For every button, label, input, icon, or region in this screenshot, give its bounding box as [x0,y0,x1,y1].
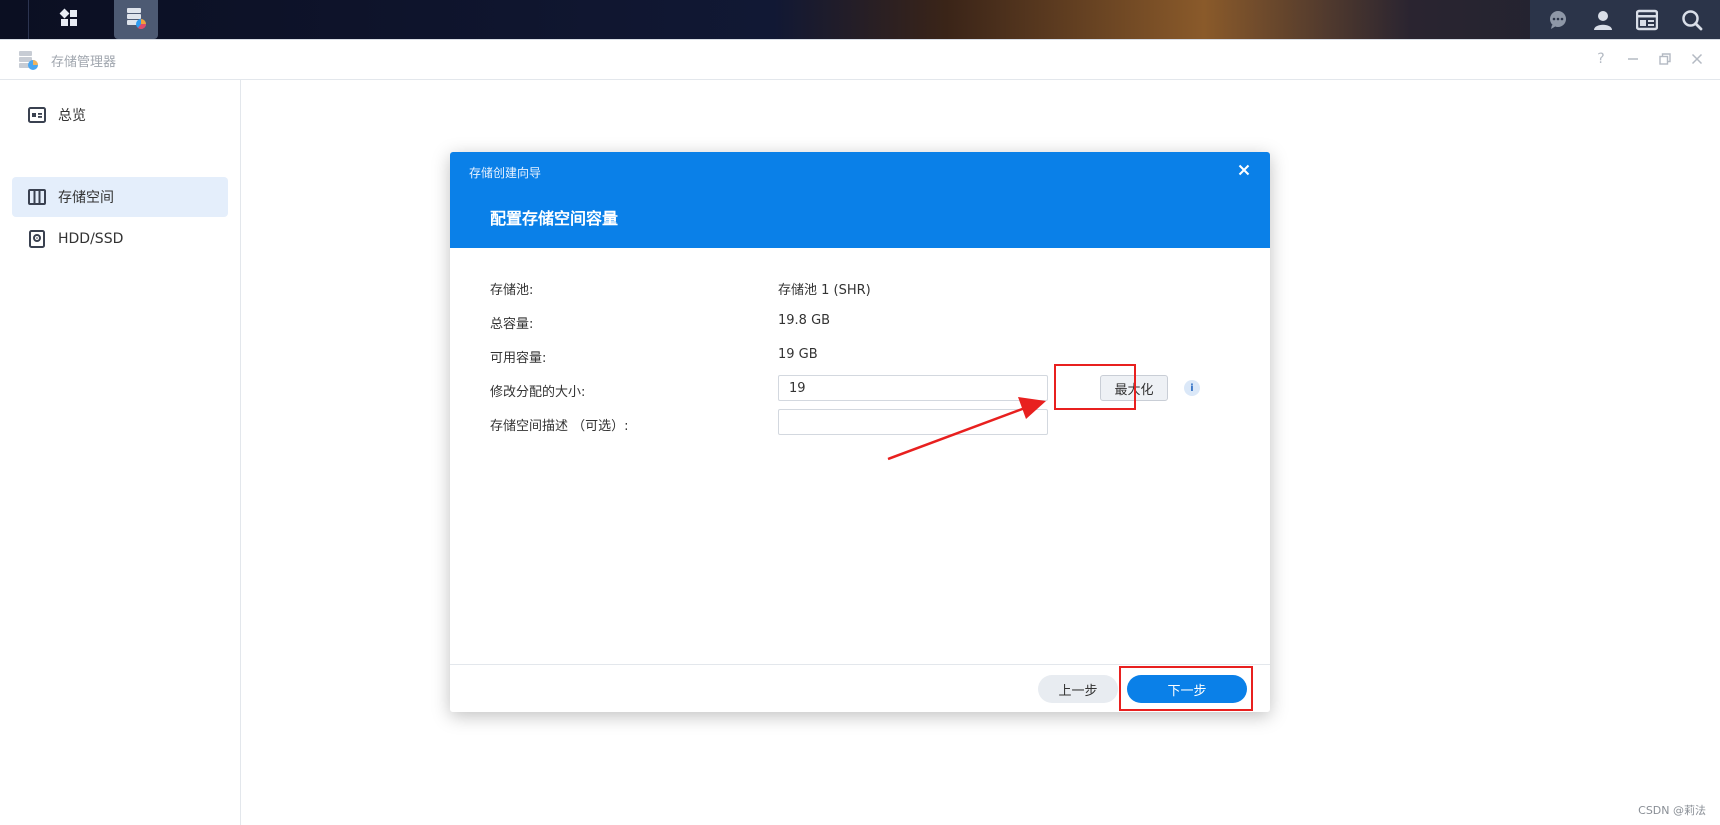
sidebar-item-label: HDD/SSD [58,231,124,247]
allocated-size-label: 修改分配的大小: [490,385,586,400]
main-menu-icon [59,8,79,32]
total-capacity-label: 总容量: [490,317,534,332]
annotation-highlight-maximize [1054,364,1136,410]
sidebar-item-hdd-ssd[interactable]: HDD/SSD [12,219,228,259]
search-icon[interactable] [1681,9,1703,31]
annotation-highlight-next [1119,666,1253,711]
window-titlebar: 存储管理器 ? [0,40,1720,80]
watermark: CSDN @莉法 [1638,804,1706,817]
minimize-icon[interactable] [1624,49,1642,69]
taskbar-tray [1530,0,1720,39]
help-icon[interactable]: ? [1592,49,1610,69]
system-taskbar [0,0,1720,39]
total-capacity-value: 19.8 GB [778,313,831,328]
main-menu-button[interactable] [47,0,91,39]
window-controls: ? [1592,49,1706,69]
dialog-header: 存储创建向导 配置存储空间容量 [450,152,1270,248]
volume-description-input[interactable] [778,409,1048,435]
storage-manager-app-icon [124,5,148,35]
close-icon [1238,164,1250,180]
dialog-window-title: 存储创建向导 [469,166,542,180]
dialog-step-title: 配置存储空间容量 [490,209,619,228]
storage-manager-taskbar-button[interactable] [114,0,158,39]
form-row-storage-pool: 存储池: 存储池 1 (SHR) [490,272,1230,302]
storage-pool-label: 存储池: [490,283,534,298]
dialog-close-button[interactable] [1234,162,1254,182]
volume-icon [27,187,47,207]
info-icon[interactable]: i [1184,380,1200,396]
available-capacity-label: 可用容量: [490,351,547,366]
form-row-total-capacity: 总容量: 19.8 GB [490,306,1230,336]
sidebar-item-label: 总览 [58,108,86,124]
sidebar-item-overview[interactable]: 总览 [12,95,228,135]
storage-manager-app-icon [18,49,40,71]
storage-creation-wizard-dialog: 存储创建向导 配置存储空间容量 存储池: 存储池 1 (SHR) 总容量: 19… [450,152,1270,712]
user-icon[interactable] [1592,9,1614,31]
overview-icon [27,105,47,125]
volume-description-label: 存储空间描述 （可选）: [490,419,629,434]
storage-pool-value: 存储池 1 (SHR) [778,283,871,298]
disk-icon [27,229,47,249]
window-title: 存储管理器 [51,55,117,70]
sidebar-item-volume[interactable]: 存储空间 [12,177,228,217]
restore-icon[interactable] [1656,49,1674,69]
sidebar: 总览 存储空间 HDD/SSD [0,80,241,825]
close-icon[interactable] [1688,49,1706,69]
widgets-icon[interactable] [1636,9,1659,31]
previous-step-button[interactable]: 上一步 [1038,675,1118,703]
available-capacity-value: 19 GB [778,347,818,362]
sidebar-item-label: 存储空间 [58,190,114,206]
taskbar-divider [28,0,29,39]
allocated-size-input[interactable] [778,375,1048,401]
chat-icon[interactable] [1547,9,1569,31]
form-row-volume-description: 存储空间描述 （可选）: [490,408,1230,438]
